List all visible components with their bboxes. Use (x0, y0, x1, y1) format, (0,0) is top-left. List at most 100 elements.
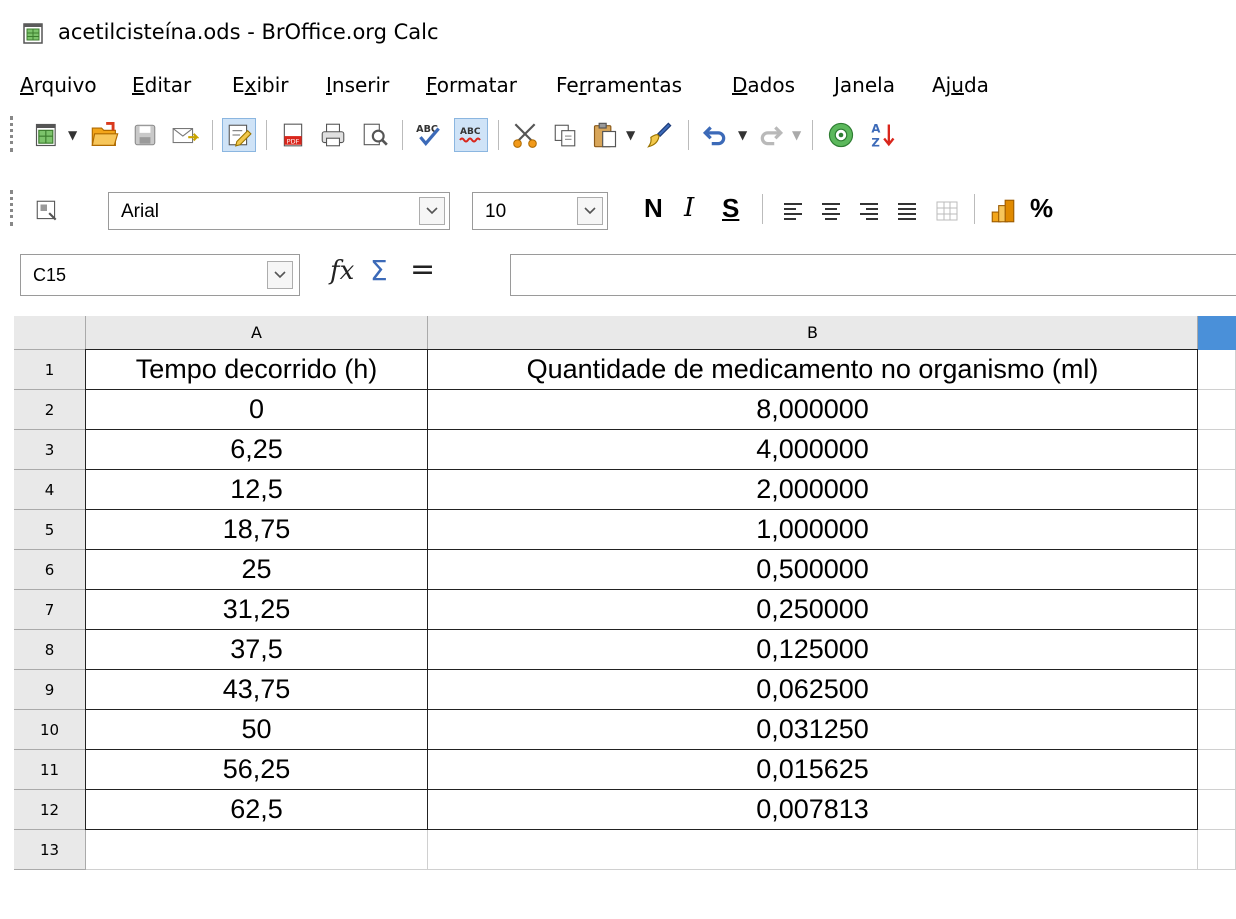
select-all-corner[interactable] (14, 316, 86, 350)
justify-icon[interactable] (890, 194, 924, 228)
redo-icon[interactable] (754, 118, 788, 152)
italic-button[interactable]: I (684, 192, 694, 224)
column-header-c[interactable] (1198, 316, 1236, 350)
cell-b[interactable]: 4,000000 (427, 429, 1198, 470)
cell-c[interactable] (1198, 470, 1236, 510)
cell-a[interactable]: 50 (85, 709, 428, 750)
export-pdf-icon[interactable]: PDF (276, 118, 310, 152)
row-header[interactable]: 5 (14, 510, 86, 550)
cell-c[interactable] (1198, 710, 1236, 750)
menu-formatar[interactable]: Formatar (426, 72, 517, 98)
menu-janela[interactable]: Janela (834, 72, 895, 98)
navigator-icon[interactable] (824, 118, 858, 152)
undo-dropdown-arrow-icon[interactable]: ▼ (738, 128, 747, 142)
cell-a[interactable]: 25 (85, 549, 428, 590)
chevron-down-icon[interactable] (267, 261, 293, 289)
menu-inserir[interactable]: Inserir (326, 72, 389, 98)
row-header[interactable]: 11 (14, 750, 86, 790)
copy-icon[interactable] (548, 118, 582, 152)
cell-a[interactable]: 43,75 (85, 669, 428, 710)
font-name-combobox[interactable]: Arial (108, 192, 450, 230)
sum-icon[interactable]: Σ (370, 254, 388, 287)
cell-b[interactable]: Quantidade de medicamento no organismo (… (427, 349, 1198, 390)
name-box[interactable]: C15 (20, 254, 300, 296)
cell-a[interactable]: 37,5 (85, 629, 428, 670)
cell-b[interactable]: 1,000000 (427, 509, 1198, 550)
menu-editar[interactable]: Editar (132, 72, 191, 98)
new-document-icon[interactable] (30, 118, 64, 152)
auto-spellcheck-icon[interactable]: ABC (454, 118, 488, 152)
chevron-down-icon[interactable] (419, 197, 445, 225)
function-wizard-icon[interactable]: fx (330, 256, 354, 286)
clone-formatting-icon[interactable] (642, 118, 676, 152)
cell-b[interactable]: 0,125000 (427, 629, 1198, 670)
cell-c[interactable] (1198, 670, 1236, 710)
row-header[interactable]: 2 (14, 390, 86, 430)
undo-icon[interactable] (698, 118, 732, 152)
formula-button[interactable]: = (410, 252, 435, 287)
spellcheck-icon[interactable]: ABC (412, 118, 446, 152)
menu-arquivo[interactable]: Arquivo (20, 72, 97, 98)
row-header[interactable]: 1 (14, 350, 86, 390)
cell-a[interactable]: 62,5 (85, 789, 428, 830)
cell-a[interactable]: 31,25 (85, 589, 428, 630)
cell-b[interactable] (428, 830, 1198, 870)
cell-c[interactable] (1198, 390, 1236, 430)
row-header[interactable]: 12 (14, 790, 86, 830)
cell-a[interactable]: 56,25 (85, 749, 428, 790)
email-document-icon[interactable] (168, 118, 202, 152)
cell-c[interactable] (1198, 510, 1236, 550)
cell-b[interactable]: 0,062500 (427, 669, 1198, 710)
toolbar-grip[interactable] (10, 190, 14, 226)
cell-b[interactable]: 0,500000 (427, 549, 1198, 590)
redo-dropdown-arrow-icon[interactable]: ▼ (792, 128, 801, 142)
cell-a[interactable]: 12,5 (85, 469, 428, 510)
row-header[interactable]: 8 (14, 630, 86, 670)
menu-ferramentas[interactable]: Ferramentas (556, 72, 682, 98)
column-header-a[interactable]: A (86, 316, 428, 350)
paste-dropdown-arrow-icon[interactable]: ▼ (626, 128, 635, 142)
align-right-icon[interactable] (852, 194, 886, 228)
menu-dados[interactable]: Dados (732, 72, 795, 98)
print-icon[interactable] (316, 118, 350, 152)
align-center-icon[interactable] (814, 194, 848, 228)
cell-b[interactable]: 2,000000 (427, 469, 1198, 510)
cell-c[interactable] (1198, 350, 1236, 390)
percent-format-button[interactable]: % (1030, 192, 1053, 224)
cell-a[interactable] (86, 830, 428, 870)
row-header[interactable]: 9 (14, 670, 86, 710)
row-header[interactable]: 6 (14, 550, 86, 590)
row-header[interactable]: 3 (14, 430, 86, 470)
row-header[interactable]: 7 (14, 590, 86, 630)
font-size-combobox[interactable]: 10 (472, 192, 608, 230)
cell-c[interactable] (1198, 750, 1236, 790)
cell-c[interactable] (1198, 830, 1236, 870)
cell-c[interactable] (1198, 550, 1236, 590)
paste-icon[interactable] (588, 118, 622, 152)
sort-ascending-icon[interactable]: AZ (866, 118, 900, 152)
row-header[interactable]: 13 (14, 830, 86, 870)
column-header-b[interactable]: B (428, 316, 1198, 350)
cell-c[interactable] (1198, 790, 1236, 830)
menu-exibir[interactable]: Exibir (232, 72, 289, 98)
formula-input[interactable] (510, 254, 1236, 296)
page-preview-icon[interactable] (358, 118, 392, 152)
cell-b[interactable]: 0,007813 (427, 789, 1198, 830)
currency-format-icon[interactable] (986, 194, 1020, 228)
row-header[interactable]: 4 (14, 470, 86, 510)
align-left-icon[interactable] (776, 194, 810, 228)
merge-cells-icon[interactable] (930, 194, 964, 228)
cell-b[interactable]: 0,250000 (427, 589, 1198, 630)
underline-button[interactable]: S (722, 192, 739, 224)
styles-formatting-icon[interactable] (30, 194, 64, 228)
new-dropdown-arrow-icon[interactable]: ▼ (68, 128, 77, 142)
chevron-down-icon[interactable] (577, 197, 603, 225)
cell-a[interactable]: 6,25 (85, 429, 428, 470)
row-header[interactable]: 10 (14, 710, 86, 750)
open-folder-icon[interactable] (88, 118, 122, 152)
cell-a[interactable]: 0 (85, 389, 428, 430)
save-icon[interactable] (128, 118, 162, 152)
cell-b[interactable]: 8,000000 (427, 389, 1198, 430)
cell-b[interactable]: 0,031250 (427, 709, 1198, 750)
cell-c[interactable] (1198, 430, 1236, 470)
